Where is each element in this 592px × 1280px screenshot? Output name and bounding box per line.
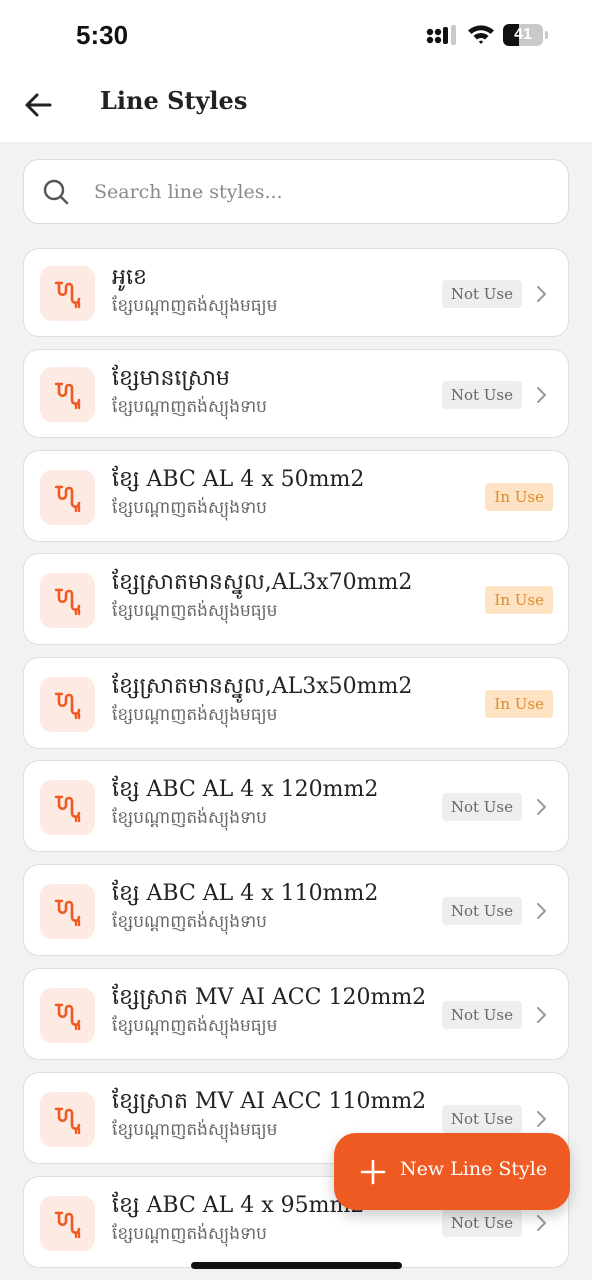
home-indicator: [191, 1262, 402, 1269]
line-style-card[interactable]: ខ្សែ ABC AL 4 x 110mm2 ខ្សែបណ្ដាញតង់ស្យុង…: [23, 864, 569, 956]
status-bar: 5:30 41: [0, 0, 592, 70]
battery-level-text: 41: [514, 26, 532, 43]
plus-icon: [360, 1159, 386, 1185]
cable-icon-container: [40, 1092, 95, 1147]
cable-icon: [54, 382, 81, 410]
screen: 5:30 41 Line Styles Search line styles..…: [0, 0, 592, 1280]
line-style-subtitle: ខ្សែបណ្ដាញតង់ស្យុងទាប: [112, 808, 267, 828]
line-style-subtitle: ខ្សែបណ្ដាញតង់ស្យុងមធ្យម: [112, 601, 278, 621]
line-style-card[interactable]: ខ្សែស្រាតមានស្នូល,AL3x50mm2 ខ្សែបណ្ដាញតង់…: [23, 657, 569, 749]
status-badge: In Use: [485, 586, 553, 614]
cable-icon: [54, 692, 81, 720]
line-style-subtitle: ខ្សែបណ្ដាញតង់ស្យុងមធ្យម: [112, 1016, 278, 1036]
status-badge: Not Use: [441, 381, 522, 409]
cable-icon: [54, 1003, 81, 1031]
chevron-right-icon: [537, 1007, 546, 1023]
status-badge: Not Use: [441, 1105, 522, 1133]
app-header: Line Styles: [0, 70, 592, 142]
line-style-subtitle: ខ្សែបណ្ដាញតង់ស្យុងមធ្យម: [112, 705, 278, 725]
line-style-title: ខ្សែស្រាតមានស្នូល,AL3x70mm2: [112, 570, 413, 595]
line-style-title: ខ្សែស្រាត MV AI ACC 110mm2: [112, 1089, 427, 1114]
cable-icon: [54, 795, 81, 823]
line-style-subtitle: ខ្សែបណ្ដាញតង់ស្យុងទាប: [112, 912, 267, 932]
line-style-title: ខ្សែមានស្រោម: [112, 366, 230, 391]
status-badge: Not Use: [441, 1001, 522, 1029]
arrow-left-icon[interactable]: [20, 86, 58, 124]
chevron-right-icon: [537, 286, 546, 302]
status-badge: Not Use: [441, 1209, 522, 1237]
cable-icon-container: [40, 266, 95, 321]
status-badge: Not Use: [441, 793, 522, 821]
status-badge: In Use: [485, 690, 553, 718]
line-style-title: អូខេ: [112, 265, 147, 290]
search-input[interactable]: [94, 170, 544, 214]
cable-icon-container: [40, 470, 95, 525]
cable-icon: [54, 899, 81, 927]
status-badge: Not Use: [441, 897, 522, 925]
status-time: 5:30: [76, 20, 129, 50]
line-style-title: ខ្សែ ABC AL 4 x 120mm2: [112, 777, 379, 802]
search-icon: [43, 179, 69, 205]
status-badge: Not Use: [441, 280, 522, 308]
line-style-card[interactable]: ខ្សែស្រាត MV AI ACC 120mm2 ខ្សែបណ្ដាញតង់ស…: [23, 968, 569, 1060]
cable-icon-container: [40, 884, 95, 939]
line-style-subtitle: ខ្សែបណ្ដាញតង់ស្យុងទាប: [112, 397, 267, 417]
status-badge: In Use: [485, 483, 553, 511]
cable-icon-container: [40, 988, 95, 1043]
line-style-title: ខ្សែ ABC AL 4 x 50mm2: [112, 467, 365, 492]
line-style-card[interactable]: ខ្សែស្រាតមានស្នូល,AL3x70mm2 ខ្សែបណ្ដាញតង់…: [23, 553, 569, 645]
line-style-card[interactable]: ខ្សែមានស្រោមខ្សែបណ្ដាញតង់ស្យុងទាប Not Use: [23, 349, 569, 438]
battery-tip: [545, 31, 548, 39]
battery-icon: 41: [503, 24, 543, 46]
cable-icon-container: [40, 1196, 95, 1251]
chevron-right-icon: [537, 1111, 546, 1127]
cable-icon-container: [40, 780, 95, 835]
page-title: Line Styles: [100, 86, 248, 115]
cable-icon: [54, 281, 81, 309]
cable-icon: [54, 1107, 81, 1135]
line-style-card[interactable]: ខ្សែ ABC AL 4 x 50mm2 ខ្សែបណ្ដាញតង់ស្យុងទ…: [23, 450, 569, 542]
chevron-right-icon: [537, 387, 546, 403]
search-bar[interactable]: [23, 159, 569, 224]
cable-icon-container: [40, 573, 95, 628]
line-style-subtitle: ខ្សែបណ្ដាញតង់ស្យុងទាប: [112, 498, 267, 518]
cable-icon-container: [40, 677, 95, 732]
cable-icon: [54, 485, 81, 513]
line-style-title: ខ្សែ ABC AL 4 x 110mm2: [112, 881, 379, 906]
line-style-title: ខ្សែស្រាត MV AI ACC 120mm2: [112, 985, 427, 1010]
wifi-icon: [468, 25, 494, 44]
chevron-right-icon: [537, 1215, 546, 1231]
cellular-signal-icon: [426, 25, 456, 45]
new-line-style-label: New Line Style: [400, 1158, 548, 1180]
chevron-right-icon: [537, 903, 546, 919]
cable-icon-container: [40, 367, 95, 422]
chevron-right-icon: [537, 799, 546, 815]
line-style-title: ខ្សែស្រាតមានស្នូល,AL3x50mm2: [112, 674, 413, 699]
cable-icon: [54, 588, 81, 616]
line-style-card[interactable]: អូខេខ្សែបណ្ដាញតង់ស្យុងមធ្យម Not Use: [23, 248, 569, 337]
cable-icon: [54, 1211, 81, 1239]
line-style-subtitle: ខ្សែបណ្ដាញតង់ស្យុងទាប: [112, 1224, 267, 1244]
new-line-style-button[interactable]: New Line Style: [334, 1133, 570, 1210]
line-style-subtitle: ខ្សែបណ្ដាញតង់ស្យុងមធ្យម: [112, 296, 278, 316]
line-style-card[interactable]: ខ្សែ ABC AL 4 x 120mm2 ខ្សែបណ្ដាញតង់ស្យុង…: [23, 760, 569, 852]
